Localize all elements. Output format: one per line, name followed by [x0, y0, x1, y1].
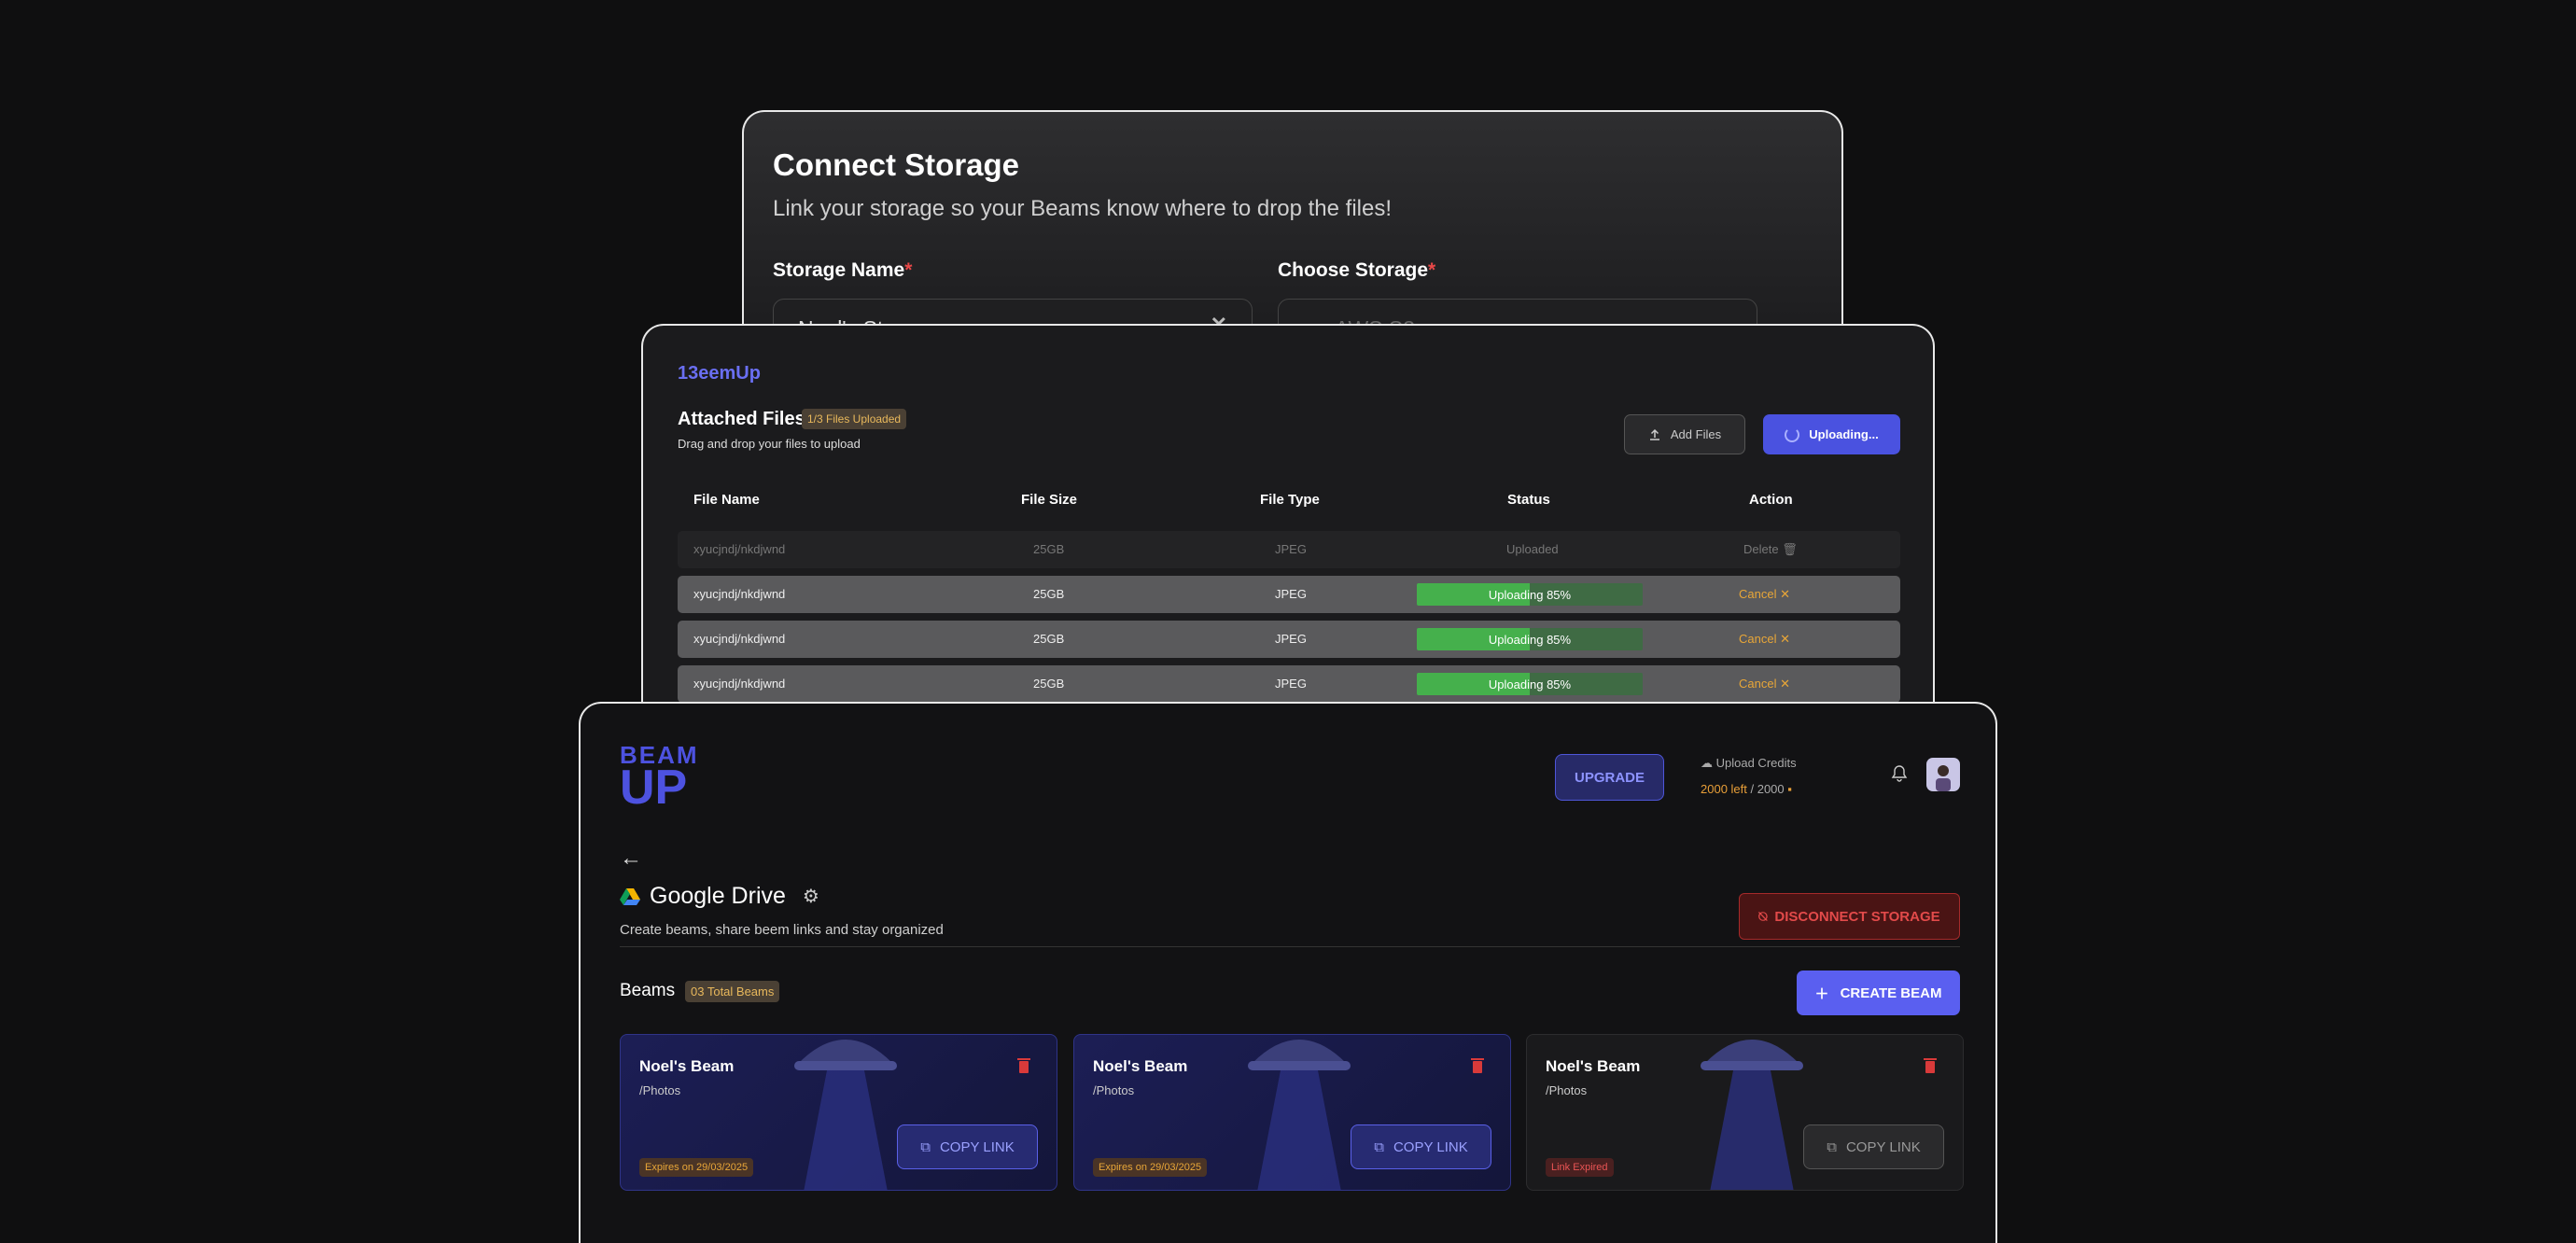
- file-type: JPEG: [1275, 587, 1307, 601]
- beam-card[interactable]: Noel's Beam /Photos Expires on 29/03/202…: [620, 1034, 1057, 1191]
- copy-link-button[interactable]: ⧉ COPY LINK: [1351, 1124, 1491, 1169]
- cancel-button[interactable]: Cancel ✕: [1739, 587, 1790, 602]
- file-name: xyucjndj/nkdjwnd: [693, 632, 786, 646]
- cancel-button[interactable]: Cancel ✕: [1739, 677, 1790, 691]
- ufo-illustration: [1701, 1040, 1803, 1190]
- copy-icon: ⧉: [1374, 1138, 1384, 1155]
- attached-files-title: Attached Files: [678, 409, 805, 429]
- col-status: Status: [1507, 492, 1550, 508]
- copy-icon: ⧉: [920, 1138, 931, 1155]
- col-file-type: File Type: [1260, 492, 1320, 508]
- cloud-upload-icon: ☁: [1701, 756, 1713, 770]
- table-row: xyucjndj/nkdjwnd 25GB JPEG Uploading 85%…: [678, 621, 1900, 658]
- file-name: xyucjndj/nkdjwnd: [693, 587, 786, 601]
- beamup-logo: BEAM UP: [620, 741, 699, 815]
- upload-progress-bar: Uploading 85%: [1417, 583, 1643, 606]
- spinner-icon: [1785, 426, 1800, 442]
- beam-dashboard-panel: BEAM UP UPGRADE ☁ Upload Credits 2000 le…: [579, 702, 1997, 1243]
- expiry-badge: Expires on 29/03/2025: [1093, 1158, 1208, 1177]
- cancel-button[interactable]: Cancel ✕: [1739, 632, 1790, 647]
- table-row: xyucjndj/nkdjwnd 25GB JPEG Uploaded Dele…: [678, 531, 1900, 568]
- file-size: 25GB: [1033, 677, 1065, 691]
- ufo-illustration: [1248, 1040, 1351, 1190]
- file-size: 25GB: [1033, 542, 1065, 556]
- bell-icon[interactable]: [1891, 764, 1908, 783]
- link-expired-badge: Link Expired: [1546, 1158, 1614, 1177]
- plus-icon: ＋: [1814, 985, 1829, 1002]
- col-file-name: File Name: [693, 492, 760, 508]
- col-action: Action: [1749, 492, 1793, 508]
- copy-link-button[interactable]: ⧉ COPY LINK: [897, 1124, 1038, 1169]
- upload-progress-bar: Uploading 85%: [1417, 628, 1643, 650]
- file-status: Uploaded: [1506, 542, 1559, 556]
- connect-storage-title: Connect Storage: [773, 147, 1020, 182]
- gear-icon[interactable]: ⚙: [803, 885, 819, 908]
- beam-card[interactable]: Noel's Beam /Photos Expires on 29/03/202…: [1073, 1034, 1511, 1191]
- beams-heading: Beams: [620, 981, 676, 1000]
- beam-name: Noel's Beam: [1093, 1057, 1188, 1075]
- file-name: xyucjndj/nkdjwnd: [693, 542, 786, 556]
- upload-icon: [1649, 428, 1659, 440]
- page-title: Google Drive ⚙: [620, 883, 819, 910]
- disconnect-storage-button[interactable]: ⍉ DISCONNECT STORAGE: [1739, 893, 1960, 940]
- beam-name: Noel's Beam: [1546, 1057, 1641, 1075]
- copy-link-button[interactable]: ⧉ COPY LINK: [1803, 1124, 1944, 1169]
- page-subtitle: Create beams, share beem links and stay …: [620, 922, 944, 938]
- beam-path: /Photos: [639, 1083, 681, 1097]
- total-beams-badge: 03 Total Beams: [685, 981, 780, 1002]
- trash-icon[interactable]: [1471, 1057, 1484, 1074]
- connect-storage-panel: Connect Storage Link your storage so you…: [742, 110, 1843, 334]
- storage-name-label: Storage Name*: [773, 259, 913, 281]
- file-size: 25GB: [1033, 587, 1065, 601]
- beam-path: /Photos: [1093, 1083, 1135, 1097]
- file-type: JPEG: [1275, 632, 1307, 646]
- close-icon: ✕: [1780, 632, 1790, 646]
- upload-credits: ☁ Upload Credits 2000 left / 2000 ▪: [1701, 756, 1797, 796]
- trash-icon[interactable]: [1017, 1057, 1030, 1074]
- files-uploaded-badge: 1/3 Files Uploaded: [802, 409, 907, 429]
- google-drive-icon: [620, 887, 640, 905]
- file-name: xyucjndj/nkdjwnd: [693, 677, 786, 691]
- avatar[interactable]: [1926, 758, 1960, 791]
- file-size: 25GB: [1033, 632, 1065, 646]
- trash-icon: 🗑: [1782, 542, 1798, 556]
- upgrade-button[interactable]: UPGRADE: [1555, 754, 1664, 801]
- table-row: xyucjndj/nkdjwnd 25GB JPEG Uploading 85%…: [678, 576, 1900, 613]
- file-type: JPEG: [1275, 677, 1307, 691]
- col-file-size: File Size: [1021, 492, 1078, 508]
- file-type: JPEG: [1275, 542, 1307, 556]
- table-row: xyucjndj/nkdjwnd 25GB JPEG Uploading 85%…: [678, 665, 1900, 703]
- create-beam-button[interactable]: ＋ CREATE BEAM: [1797, 971, 1960, 1015]
- unlink-icon: ⍉: [1758, 908, 1768, 925]
- expiry-badge: Expires on 29/03/2025: [639, 1158, 754, 1177]
- beam-path: /Photos: [1546, 1083, 1588, 1097]
- copy-icon: ⧉: [1827, 1138, 1837, 1155]
- uploading-button[interactable]: Uploading...: [1763, 414, 1900, 454]
- ufo-illustration: [794, 1040, 897, 1190]
- delete-button[interactable]: Delete 🗑: [1743, 542, 1798, 557]
- close-icon: ✕: [1780, 677, 1790, 691]
- choose-storage-label: Choose Storage*: [1278, 259, 1436, 281]
- drag-drop-hint: Drag and drop your files to upload: [678, 437, 861, 451]
- trash-icon[interactable]: [1924, 1057, 1937, 1074]
- upload-progress-bar: Uploading 85%: [1417, 673, 1643, 695]
- beam-card[interactable]: Noel's Beam /Photos Link Expired ⧉ COPY L…: [1526, 1034, 1964, 1191]
- add-files-button[interactable]: Add Files: [1624, 414, 1745, 454]
- beam-name: Noel's Beam: [639, 1057, 735, 1075]
- connect-storage-subtitle: Link your storage so your Beams know whe…: [773, 196, 1392, 221]
- brand-text: 13eemUp: [678, 363, 761, 384]
- divider: [620, 946, 1960, 947]
- upload-panel: 13eemUp Attached Files 1/3 Files Uploade…: [641, 324, 1935, 716]
- back-arrow-icon[interactable]: ←: [620, 845, 642, 872]
- coin-icon: ▪: [1787, 782, 1792, 796]
- close-icon: ✕: [1780, 587, 1790, 601]
